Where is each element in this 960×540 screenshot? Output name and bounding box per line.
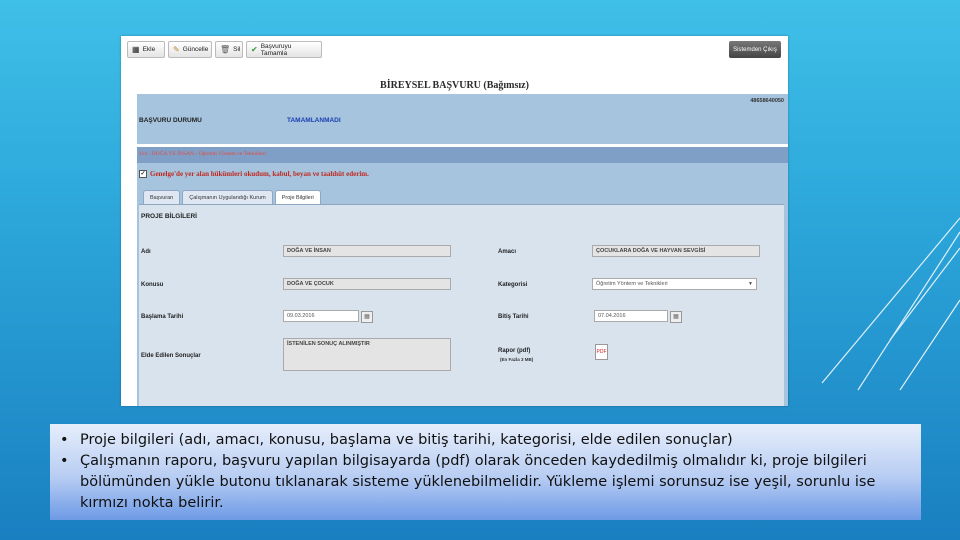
bullet: • bbox=[60, 453, 69, 469]
name-label: Adı bbox=[141, 249, 151, 255]
calendar-icon[interactable]: ▦ bbox=[361, 311, 373, 323]
category-value: Öğretim Yöntem ve Teknikleri bbox=[596, 281, 668, 287]
results-textarea[interactable]: İSTENİLEN SONUÇ ALINMIŞTIR bbox=[283, 338, 451, 371]
notes-box: • Proje bilgileri (adı, amacı, konusu, b… bbox=[50, 424, 921, 520]
bullet: • bbox=[60, 432, 69, 448]
section-title: PROJE BİLGİLERİ bbox=[141, 213, 197, 220]
note-text: Proje bilgileri (adı, amacı, konusu, baş… bbox=[80, 432, 733, 448]
tab-applicant[interactable]: Başvuran bbox=[143, 190, 181, 204]
category-select[interactable]: Öğretim Yöntem ve Teknikleri ▼ bbox=[592, 278, 757, 290]
add-icon: ▦ bbox=[132, 44, 140, 54]
calendar-icon[interactable]: ▦ bbox=[670, 311, 682, 323]
purpose-field[interactable]: ÇOCUKLARA DOĞA VE HAYVAN SEVGİSİ bbox=[592, 245, 760, 257]
tab-bar: Başvuran Çalışmanın Uygulandığı Kurum Pr… bbox=[143, 190, 321, 204]
list-item: • Çalışmanın raporu, başvuru yapılan bil… bbox=[60, 451, 901, 514]
results-label: Elde Edilen Sonuçlar bbox=[141, 353, 201, 359]
agreement-checkbox[interactable]: ✓ bbox=[139, 170, 147, 178]
subject-label: Konusu bbox=[141, 282, 164, 288]
complete-application-button[interactable]: ✔ Başvuruyu Tamamla bbox=[246, 41, 322, 58]
tab-institution[interactable]: Çalışmanın Uygulandığı Kurum bbox=[182, 190, 273, 204]
start-date-field[interactable]: 09.03.2016 bbox=[283, 310, 359, 322]
end-date-label: Bitiş Tarihi bbox=[498, 314, 529, 320]
pencil-icon: ✎ bbox=[173, 44, 180, 54]
report-size-hint: (En Fazla 3 MB) bbox=[500, 357, 534, 362]
report-label: Rapor (pdf) bbox=[498, 348, 531, 354]
start-date-label: Başlama Tarihi bbox=[141, 314, 184, 320]
category-label: Kategorisi bbox=[498, 282, 528, 288]
logout-button[interactable]: Sistemden Çıkış bbox=[729, 41, 781, 58]
project-info-panel: PROJE BİLGİLERİ Adı DOĞA VE İNSAN Amacı … bbox=[139, 204, 784, 406]
status-band: 48658640050 BAŞVURU DURUMU TAMAMLANMADI bbox=[137, 94, 788, 144]
chevron-down-icon: ▼ bbox=[748, 281, 753, 287]
application-panel: 114 - DOĞA VE İNSAN - Öğretim Yöntem ve … bbox=[137, 147, 788, 406]
agreement-row: ✓ Genelge'de yer alan hükümleri okudum, … bbox=[139, 170, 369, 178]
trash-icon: 🗑 bbox=[220, 44, 231, 54]
purpose-label: Amacı bbox=[498, 249, 517, 255]
agreement-text: Genelge'de yer alan hükümleri okudum, ka… bbox=[150, 170, 369, 178]
topic-bar: 114 - DOĞA VE İNSAN - Öğretim Yöntem ve … bbox=[137, 147, 788, 163]
notes-list: • Proje bilgileri (adı, amacı, konusu, b… bbox=[60, 430, 901, 514]
add-button[interactable]: ▦ Ekle bbox=[127, 41, 165, 58]
name-field[interactable]: DOĞA VE İNSAN bbox=[283, 245, 451, 257]
subject-field[interactable]: DOĞA VE ÇOCUK bbox=[283, 278, 451, 290]
application-screenshot: ▦ Ekle ✎ Güncelle 🗑 Sil ✔ Başvuruyu Tama… bbox=[121, 36, 788, 406]
topic-text: 114 - DOĞA VE İNSAN - Öğretim Yöntem ve … bbox=[139, 151, 267, 157]
reference-number: 48658640050 bbox=[750, 98, 784, 104]
end-date-field[interactable]: 07.04.2016 bbox=[594, 310, 668, 322]
status-label: BAŞVURU DURUMU bbox=[139, 117, 202, 124]
delete-button[interactable]: 🗑 Sil bbox=[215, 41, 243, 58]
list-item: • Proje bilgileri (adı, amacı, konusu, b… bbox=[60, 430, 901, 451]
status-value: TAMAMLANMADI bbox=[287, 117, 341, 124]
tab-project-info[interactable]: Proje Bilgileri bbox=[274, 190, 321, 204]
toolbar: ▦ Ekle ✎ Güncelle 🗑 Sil ✔ Başvuruyu Tama… bbox=[127, 40, 783, 60]
note-text: Çalışmanın raporu, başvuru yapılan bilgi… bbox=[80, 453, 876, 511]
update-button[interactable]: ✎ Güncelle bbox=[168, 41, 212, 58]
checkmark-icon: ✔ bbox=[251, 44, 258, 54]
pdf-upload-icon[interactable]: PDF bbox=[595, 344, 608, 360]
page-title: BİREYSEL BAŞVURU (Bağımsız) bbox=[380, 80, 529, 91]
